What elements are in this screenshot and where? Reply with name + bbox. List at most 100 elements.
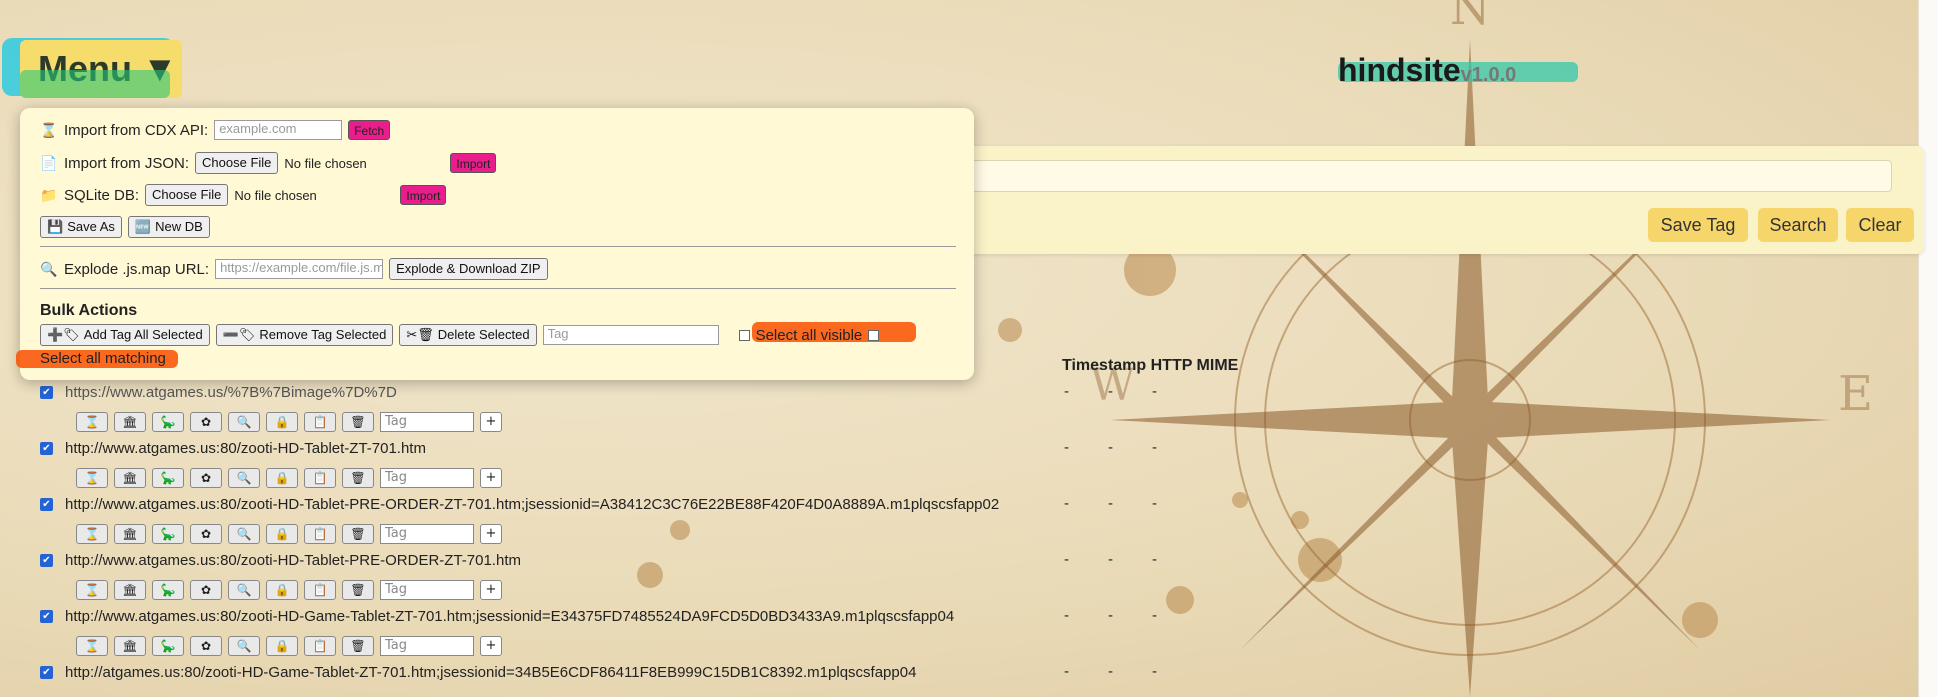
flower-icon[interactable]: ✿ <box>190 636 222 656</box>
sqlite-import-button[interactable]: Import <box>400 185 447 205</box>
remove-tag-selected-button[interactable]: ➖🏷 Remove Tag Selected <box>215 324 394 346</box>
row-url[interactable]: http://www.atgames.us:80/zooti-HD-Tablet… <box>65 440 426 457</box>
lock-icon[interactable]: 🔒 <box>266 580 298 600</box>
lock-icon[interactable]: 🔒 <box>266 468 298 488</box>
trash-icon[interactable]: 🗑 <box>342 524 374 544</box>
add-tag-button[interactable]: + <box>480 412 502 432</box>
hourglass-icon: ⌛ <box>40 121 58 138</box>
dino-icon[interactable]: 🦕 <box>152 468 184 488</box>
hourglass-icon[interactable]: ⌛ <box>76 636 108 656</box>
select-all-visible-label[interactable]: Select all visible <box>756 327 863 344</box>
row-url[interactable]: https://www.atgames.us/%7B%7Bimage%7D%7D <box>65 384 397 401</box>
clipboard-icon[interactable]: 📋 <box>304 524 336 544</box>
hourglass-icon[interactable]: ⌛ <box>76 524 108 544</box>
add-tag-all-selected-button[interactable]: ➕🏷 Add Tag All Selected <box>40 324 210 346</box>
tag-input[interactable]: Tag <box>380 580 474 600</box>
add-tag-button[interactable]: + <box>480 636 502 656</box>
dino-icon[interactable]: 🦕 <box>152 524 184 544</box>
dino-icon[interactable]: 🦕 <box>152 580 184 600</box>
row-checkbox[interactable]: ✔ <box>40 666 53 679</box>
trash-icon[interactable]: 🗑 <box>342 580 374 600</box>
row-url[interactable]: http://www.atgames.us:80/zooti-HD-Game-T… <box>65 608 954 625</box>
row-checkbox[interactable]: ✔ <box>40 386 53 399</box>
select-all-visible-checkbox[interactable] <box>738 329 750 341</box>
lock-icon[interactable]: 🔒 <box>266 524 298 544</box>
flower-icon[interactable]: ✿ <box>190 524 222 544</box>
fetch-button[interactable]: Fetch <box>348 120 391 140</box>
search-button[interactable]: Search <box>1758 208 1838 242</box>
wayback-icon[interactable]: 🏛 <box>114 468 146 488</box>
magnifier-icon[interactable]: 🔍 <box>228 636 260 656</box>
row-meta: --- <box>1064 440 1158 456</box>
scrollbar-gutter[interactable] <box>1918 0 1938 697</box>
wayback-icon[interactable]: 🏛 <box>114 580 146 600</box>
row-checkbox[interactable]: ✔ <box>40 442 53 455</box>
select-all-visible-extra-checkbox[interactable] <box>868 329 880 341</box>
menu-panel: ⌛ Import from CDX API: example.com Fetch… <box>16 108 974 380</box>
column-headers: Timestamp HTTP MIME <box>1062 357 1239 374</box>
trash-icon[interactable]: 🗑 <box>342 412 374 432</box>
json-choose-file-button[interactable]: Choose File <box>195 152 279 174</box>
explode-row: 🔍 Explode .js.map URL: https://example.c… <box>40 258 548 280</box>
dino-icon[interactable]: 🦕 <box>152 636 184 656</box>
sqlite-label: SQLite DB: <box>64 186 140 204</box>
flower-icon[interactable]: ✿ <box>190 580 222 600</box>
magnifier-icon[interactable]: 🔍 <box>228 412 260 432</box>
row-meta: --- <box>1064 664 1158 680</box>
clear-button[interactable]: Clear <box>1846 208 1914 242</box>
save-tag-button[interactable]: Save Tag <box>1648 208 1748 242</box>
add-tag-button[interactable]: + <box>480 524 502 544</box>
tag-input[interactable]: Tag <box>380 524 474 544</box>
tag-input[interactable]: Tag <box>380 468 474 488</box>
new-icon: 🆕 <box>134 219 152 234</box>
row-checkbox[interactable]: ✔ <box>40 610 53 623</box>
row-meta: --- <box>1064 552 1158 568</box>
row-checkbox[interactable]: ✔ <box>40 498 53 511</box>
magnifier-icon[interactable]: 🔍 <box>228 524 260 544</box>
save-as-button[interactable]: 💾 Save As <box>40 216 122 238</box>
wayback-icon[interactable]: 🏛 <box>114 636 146 656</box>
clipboard-icon[interactable]: 📋 <box>304 468 336 488</box>
delete-selected-button[interactable]: ✂🗑 Delete Selected <box>399 324 537 346</box>
hourglass-icon[interactable]: ⌛ <box>76 468 108 488</box>
cdx-domain-input[interactable]: example.com <box>214 120 343 140</box>
wayback-icon[interactable]: 🏛 <box>114 412 146 432</box>
magnifier-icon[interactable]: 🔍 <box>228 580 260 600</box>
row-url[interactable]: http://www.atgames.us:80/zooti-HD-Tablet… <box>65 552 521 569</box>
add-tag-button[interactable]: + <box>480 468 502 488</box>
select-all-matching-label[interactable]: Select all matching <box>40 350 166 367</box>
sqlite-file-status: No file chosen <box>234 187 317 203</box>
clipboard-icon[interactable]: 📋 <box>304 412 336 432</box>
json-import-button[interactable]: Import <box>450 153 497 173</box>
dino-icon[interactable]: 🦕 <box>152 412 184 432</box>
document-icon: 📄 <box>40 154 58 171</box>
row-checkbox[interactable]: ✔ <box>40 554 53 567</box>
sqlite-choose-file-button[interactable]: Choose File <box>145 184 229 206</box>
floppy-icon: 💾 <box>47 219 64 234</box>
new-db-label: New DB <box>155 219 203 234</box>
new-db-button[interactable]: 🆕 New DB <box>127 216 210 238</box>
plus-tag-icon: ➕🏷 <box>47 327 80 342</box>
bulk-tag-input[interactable]: Tag <box>542 325 719 345</box>
row-url[interactable]: http://atgames.us:80/zooti-HD-Game-Table… <box>65 664 916 681</box>
explode-url-input[interactable]: https://example.com/file.js.map <box>215 259 384 279</box>
tag-input[interactable]: Tag <box>380 636 474 656</box>
trash-icon[interactable]: 🗑 <box>342 636 374 656</box>
scissors-trash-icon: ✂🗑 <box>406 327 434 342</box>
hourglass-icon[interactable]: ⌛ <box>76 580 108 600</box>
svg-text:E: E <box>1838 366 1873 422</box>
add-tag-button[interactable]: + <box>480 580 502 600</box>
explode-download-button[interactable]: Explode & Download ZIP <box>389 258 548 280</box>
trash-icon[interactable]: 🗑 <box>342 468 374 488</box>
clipboard-icon[interactable]: 📋 <box>304 580 336 600</box>
lock-icon[interactable]: 🔒 <box>266 636 298 656</box>
clipboard-icon[interactable]: 📋 <box>304 636 336 656</box>
magnifier-icon[interactable]: 🔍 <box>228 468 260 488</box>
tag-input[interactable]: Tag <box>380 412 474 432</box>
row-url[interactable]: http://www.atgames.us:80/zooti-HD-Tablet… <box>65 496 999 513</box>
lock-icon[interactable]: 🔒 <box>266 412 298 432</box>
wayback-icon[interactable]: 🏛 <box>114 524 146 544</box>
flower-icon[interactable]: ✿ <box>190 412 222 432</box>
flower-icon[interactable]: ✿ <box>190 468 222 488</box>
hourglass-icon[interactable]: ⌛ <box>76 412 108 432</box>
